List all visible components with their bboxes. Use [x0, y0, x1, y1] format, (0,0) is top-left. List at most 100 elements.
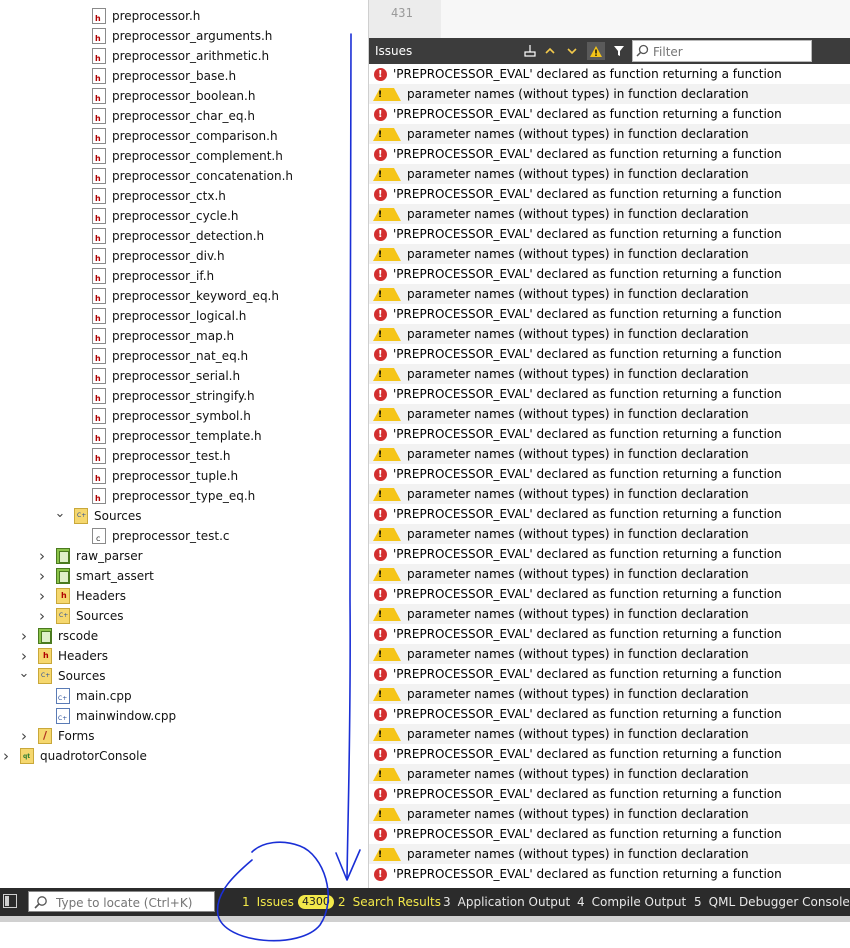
issue-row[interactable]: parameter names (without types) in funct…: [369, 444, 850, 464]
tree-item[interactable]: preprocessor_base.h: [92, 66, 236, 86]
issue-row[interactable]: parameter names (without types) in funct…: [369, 364, 850, 384]
tree-item[interactable]: preprocessor_detection.h: [92, 226, 264, 246]
issues-filter-input[interactable]: [651, 42, 810, 62]
horizontal-scrollbar[interactable]: [0, 916, 850, 922]
chevron-down-icon[interactable]: ⌄: [54, 506, 66, 526]
issue-row[interactable]: parameter names (without types) in funct…: [369, 84, 850, 104]
tree-item[interactable]: preprocessor_template.h: [92, 426, 262, 446]
tree-item[interactable]: rscode: [38, 626, 98, 646]
issue-row[interactable]: parameter names (without types) in funct…: [369, 844, 850, 864]
chevron-right-icon[interactable]: ›: [36, 606, 48, 626]
locator-field[interactable]: [28, 891, 216, 912]
editor-text-area[interactable]: [441, 0, 850, 38]
tree-item[interactable]: preprocessor_logical.h: [92, 306, 246, 326]
issues-filter-field[interactable]: [632, 40, 812, 62]
issue-row[interactable]: 'PREPROCESSOR_EVAL' declared as function…: [369, 824, 850, 844]
issue-row[interactable]: 'PREPROCESSOR_EVAL' declared as function…: [369, 184, 850, 204]
tree-item[interactable]: preprocessor.h: [92, 6, 200, 26]
issue-row[interactable]: parameter names (without types) in funct…: [369, 284, 850, 304]
tree-item[interactable]: preprocessor_symbol.h: [92, 406, 251, 426]
chevron-right-icon[interactable]: ›: [36, 586, 48, 606]
chevron-right-icon[interactable]: ›: [18, 626, 30, 646]
issue-row[interactable]: 'PREPROCESSOR_EVAL' declared as function…: [369, 224, 850, 244]
previous-issue-icon[interactable]: [541, 42, 559, 60]
tree-item[interactable]: Headers: [38, 646, 108, 666]
tree-item[interactable]: preprocessor_tuple.h: [92, 466, 238, 486]
clean-icon[interactable]: [521, 42, 539, 60]
issue-row[interactable]: parameter names (without types) in funct…: [369, 684, 850, 704]
issue-row[interactable]: 'PREPROCESSOR_EVAL' declared as function…: [369, 64, 850, 84]
issue-row[interactable]: 'PREPROCESSOR_EVAL' declared as function…: [369, 624, 850, 644]
tab-search-results[interactable]: 2 Search Results: [338, 888, 441, 916]
tree-item[interactable]: preprocessor_type_eq.h: [92, 486, 255, 506]
tree-item[interactable]: raw_parser: [56, 546, 143, 566]
tree-item[interactable]: preprocessor_concatenation.h: [92, 166, 293, 186]
tree-item[interactable]: preprocessor_ctx.h: [92, 186, 226, 206]
issue-row[interactable]: parameter names (without types) in funct…: [369, 324, 850, 344]
tree-item[interactable]: preprocessor_div.h: [92, 246, 225, 266]
tree-item[interactable]: preprocessor_arguments.h: [92, 26, 272, 46]
tree-item[interactable]: preprocessor_serial.h: [92, 366, 240, 386]
tree-item[interactable]: main.cpp: [56, 686, 132, 706]
tree-item[interactable]: preprocessor_test.h: [92, 446, 231, 466]
chevron-right-icon[interactable]: ›: [18, 726, 30, 746]
issue-row[interactable]: 'PREPROCESSOR_EVAL' declared as function…: [369, 424, 850, 444]
tree-item[interactable]: mainwindow.cpp: [56, 706, 176, 726]
tree-item[interactable]: preprocessor_if.h: [92, 266, 214, 286]
tab-application-output[interactable]: 3 Application Output: [443, 888, 570, 916]
issue-row[interactable]: 'PREPROCESSOR_EVAL' declared as function…: [369, 664, 850, 684]
issue-row[interactable]: 'PREPROCESSOR_EVAL' declared as function…: [369, 744, 850, 764]
issue-row[interactable]: parameter names (without types) in funct…: [369, 524, 850, 544]
issue-row[interactable]: 'PREPROCESSOR_EVAL' declared as function…: [369, 864, 850, 884]
project-tree[interactable]: preprocessor.h preprocessor_arguments.hpr…: [0, 0, 368, 888]
locator-input[interactable]: [54, 893, 216, 912]
issues-list[interactable]: 'PREPROCESSOR_EVAL' declared as function…: [369, 64, 850, 886]
issue-row[interactable]: 'PREPROCESSOR_EVAL' declared as function…: [369, 104, 850, 124]
chevron-right-icon[interactable]: ›: [36, 546, 48, 566]
tree-item[interactable]: preprocessor_cycle.h: [92, 206, 239, 226]
issue-row[interactable]: parameter names (without types) in funct…: [369, 124, 850, 144]
issue-row[interactable]: parameter names (without types) in funct…: [369, 404, 850, 424]
tree-item[interactable]: Sources: [56, 606, 123, 626]
chevron-right-icon[interactable]: ›: [36, 566, 48, 586]
tree-item[interactable]: preprocessor_boolean.h: [92, 86, 255, 106]
issue-row[interactable]: 'PREPROCESSOR_EVAL' declared as function…: [369, 344, 850, 364]
issue-row[interactable]: 'PREPROCESSOR_EVAL' declared as function…: [369, 144, 850, 164]
issue-row[interactable]: 'PREPROCESSOR_EVAL' declared as function…: [369, 504, 850, 524]
issue-row[interactable]: 'PREPROCESSOR_EVAL' declared as function…: [369, 544, 850, 564]
issue-row[interactable]: 'PREPROCESSOR_EVAL' declared as function…: [369, 264, 850, 284]
tree-item[interactable]: preprocessor_arithmetic.h: [92, 46, 269, 66]
tree-item[interactable]: preprocessor_map.h: [92, 326, 234, 346]
tree-item[interactable]: Forms: [38, 726, 94, 746]
next-issue-icon[interactable]: [563, 42, 581, 60]
issue-row[interactable]: parameter names (without types) in funct…: [369, 724, 850, 744]
tree-item[interactable]: preprocessor_test.c: [92, 526, 230, 546]
issue-row[interactable]: parameter names (without types) in funct…: [369, 604, 850, 624]
tab-issues[interactable]: 1 Issues 4300: [242, 888, 334, 916]
issue-row[interactable]: parameter names (without types) in funct…: [369, 804, 850, 824]
sidebar-toggle-icon[interactable]: [3, 894, 17, 908]
issue-row[interactable]: 'PREPROCESSOR_EVAL' declared as function…: [369, 784, 850, 804]
warning-filter-icon[interactable]: [587, 42, 605, 60]
issue-row[interactable]: parameter names (without types) in funct…: [369, 564, 850, 584]
tree-item[interactable]: Headers: [56, 586, 126, 606]
tab-compile-output[interactable]: 4 Compile Output: [577, 888, 686, 916]
issue-row[interactable]: 'PREPROCESSOR_EVAL' declared as function…: [369, 304, 850, 324]
tree-item[interactable]: preprocessor_char_eq.h: [92, 106, 255, 126]
filter-icon[interactable]: [610, 42, 628, 60]
tree-item[interactable]: preprocessor_stringify.h: [92, 386, 255, 406]
tree-item[interactable]: preprocessor_comparison.h: [92, 126, 278, 146]
issue-row[interactable]: parameter names (without types) in funct…: [369, 764, 850, 784]
issue-row[interactable]: 'PREPROCESSOR_EVAL' declared as function…: [369, 464, 850, 484]
issue-row[interactable]: parameter names (without types) in funct…: [369, 484, 850, 504]
tree-item[interactable]: smart_assert: [56, 566, 154, 586]
issue-row[interactable]: parameter names (without types) in funct…: [369, 164, 850, 184]
chevron-right-icon[interactable]: ›: [0, 746, 12, 766]
issue-row[interactable]: 'PREPROCESSOR_EVAL' declared as function…: [369, 384, 850, 404]
tree-item[interactable]: preprocessor_complement.h: [92, 146, 283, 166]
issue-row[interactable]: parameter names (without types) in funct…: [369, 204, 850, 224]
tree-item[interactable]: quadrotorConsole: [20, 746, 147, 766]
tab-qml-debugger-console[interactable]: 5 QML Debugger Console: [694, 888, 850, 916]
issue-row[interactable]: 'PREPROCESSOR_EVAL' declared as function…: [369, 584, 850, 604]
tree-item[interactable]: preprocessor_keyword_eq.h: [92, 286, 279, 306]
